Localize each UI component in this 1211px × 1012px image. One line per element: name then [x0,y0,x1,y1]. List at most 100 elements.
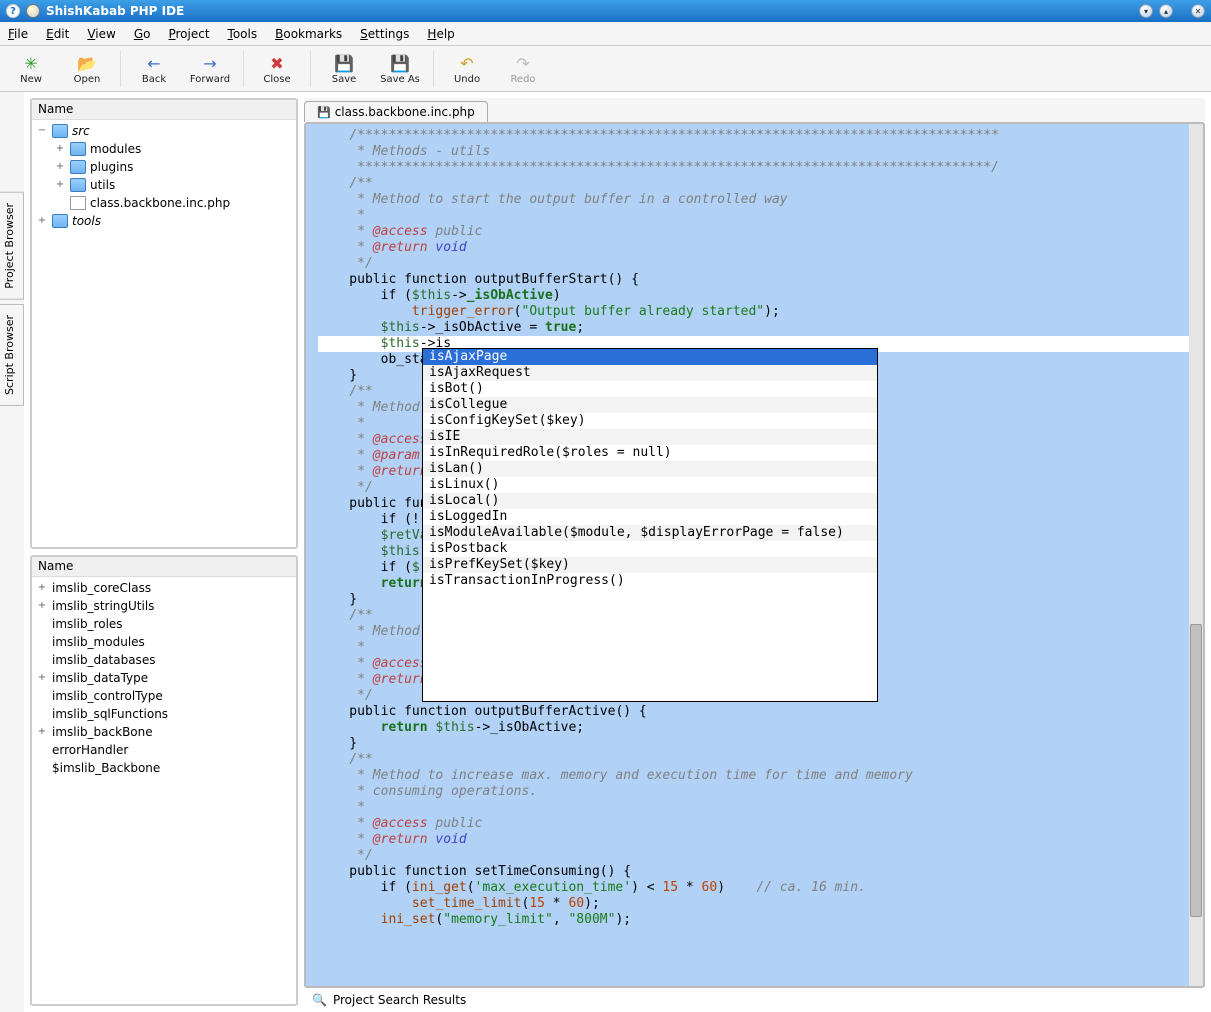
menu-project[interactable]: Project [168,27,209,41]
tree-item[interactable]: +utils [36,176,292,194]
save-button[interactable]: 💾Save [321,52,367,85]
list-item[interactable]: imslib_sqlFunctions [36,705,292,723]
open-button[interactable]: 📂Open [64,52,110,85]
list-item[interactable]: +imslib_backBone [36,723,292,741]
list-item[interactable]: $imslib_Backbone [36,759,292,777]
back-icon: ← [143,52,165,74]
close-button[interactable]: ✖Close [254,52,300,85]
scrollbar-thumb[interactable] [1190,624,1202,917]
autocomplete-item[interactable]: isInRequiredRole($roles = null) [423,445,877,461]
menu-bar: File Edit View Go Project Tools Bookmarks Setti… [0,22,1211,46]
autocomplete-item[interactable]: isAjaxRequest [423,365,877,381]
autocomplete-item[interactable]: isConfigKeySet($key) [423,413,877,429]
editor-tab-strip: 💾 class.backbone.inc.php [304,98,1205,122]
expander-icon[interactable]: + [54,141,66,157]
back-button[interactable]: ←Back [131,52,177,85]
expander-icon[interactable]: + [36,670,48,686]
tree-label: plugins [90,159,133,175]
new-button[interactable]: ✳New [8,52,54,85]
expander-icon[interactable]: + [54,177,66,193]
autocomplete-item[interactable]: isLan() [423,461,877,477]
tree-item[interactable]: class.backbone.inc.php [36,194,292,212]
autocomplete-item[interactable]: isCollegue [423,397,877,413]
list-item[interactable]: imslib_databases [36,651,292,669]
script-browser-header: Name [32,557,296,577]
saveas-icon: 💾 [389,52,411,74]
autocomplete-item[interactable]: isLoggedIn [423,509,877,525]
tree-label: src [72,123,90,139]
script-tree[interactable]: +imslib_coreClass+imslib_stringUtilsimsl… [32,577,296,1004]
minimize-button[interactable]: ▾ [1139,4,1153,18]
list-item[interactable]: imslib_roles [36,615,292,633]
autocomplete-item[interactable]: isLocal() [423,493,877,509]
expander-icon[interactable]: + [36,580,48,596]
expander-icon[interactable]: + [36,724,48,740]
editor-tab[interactable]: 💾 class.backbone.inc.php [304,101,488,122]
autocomplete-item[interactable]: isPrefKeySet($key) [423,557,877,573]
menu-bookmarks[interactable]: Bookmarks [275,27,342,41]
folder-icon [52,124,68,138]
tree-label: class.backbone.inc.php [90,195,230,211]
forward-button[interactable]: →Forward [187,52,233,85]
menu-help[interactable]: Help [427,27,454,41]
undo-icon: ↶ [456,52,478,74]
list-item[interactable]: +imslib_stringUtils [36,597,292,615]
binoculars-icon: 🔍 [312,993,327,1007]
maximize-button[interactable]: ▴ [1159,4,1173,18]
menu-view[interactable]: View [87,27,115,41]
new-label: New [20,74,42,85]
list-item[interactable]: +imslib_dataType [36,669,292,687]
list-label: imslib_databases [52,652,155,668]
bottom-label[interactable]: Project Search Results [333,993,466,1007]
vertical-scrollbar[interactable] [1189,124,1203,986]
forward-icon: → [199,52,221,74]
list-label: imslib_dataType [52,670,148,686]
project-tree[interactable]: −src+modules+plugins+utilsclass.backbone… [32,120,296,547]
menu-tools[interactable]: Tools [228,27,258,41]
menu-settings[interactable]: Settings [360,27,409,41]
redo-icon: ↷ [512,52,534,74]
undo-label: Undo [454,74,480,85]
menu-edit[interactable]: Edit [46,27,69,41]
autocomplete-item[interactable]: isModuleAvailable($module, $displayError… [423,525,877,541]
tree-item[interactable]: + plugins [36,158,292,176]
back-label: Back [142,74,166,85]
menu-go[interactable]: Go [134,27,151,41]
help-icon[interactable]: ? [6,4,20,18]
autocomplete-item[interactable]: isPostback [423,541,877,557]
bottom-bar: 🔍 Project Search Results [304,988,1205,1012]
list-item[interactable]: imslib_controlType [36,687,292,705]
autocomplete-item[interactable]: isAjaxPage [423,349,877,365]
saveas-button[interactable]: 💾Save As [377,52,423,85]
tab-script-browser[interactable]: Script Browser [0,304,24,406]
list-item[interactable]: errorHandler [36,741,292,759]
expander-icon[interactable]: + [36,213,48,229]
list-label: imslib_backBone [52,724,153,740]
autocomplete-popup[interactable]: isAjaxPageisAjaxRequestisBot()isCollegue… [422,348,878,702]
tab-project-browser[interactable]: Project Browser [0,192,24,300]
file-icon [70,196,86,210]
autocomplete-item[interactable]: isIE [423,429,877,445]
close-window-button[interactable]: ✕ [1191,4,1205,18]
autocomplete-item[interactable]: isTransactionInProgress() [423,573,877,589]
expander-icon[interactable]: + [36,598,48,614]
autocomplete-item[interactable]: isLinux() [423,477,877,493]
expander-icon[interactable]: − [36,123,48,139]
autocomplete-item[interactable]: isBot() [423,381,877,397]
code-editor[interactable]: /***************************************… [304,122,1205,988]
menu-file[interactable]: File [8,27,28,41]
list-item[interactable]: +imslib_coreClass [36,579,292,597]
list-item[interactable]: imslib_modules [36,633,292,651]
project-browser-panel: Name −src+modules+plugins+utilsclass.bac… [30,98,298,549]
expander-icon[interactable]: + [54,159,66,175]
list-label: imslib_sqlFunctions [52,706,168,722]
app-icon [26,4,40,18]
undo-button[interactable]: ↶Undo [444,52,490,85]
tree-item[interactable]: +modules [36,140,292,158]
tree-item[interactable]: +tools [36,212,292,230]
list-label: imslib_stringUtils [52,598,154,614]
script-browser-panel: Name +imslib_coreClass+imslib_stringUtil… [30,555,298,1006]
tree-item[interactable]: − src [36,122,292,140]
forward-label: Forward [190,74,230,85]
save-label: Save [332,74,357,85]
